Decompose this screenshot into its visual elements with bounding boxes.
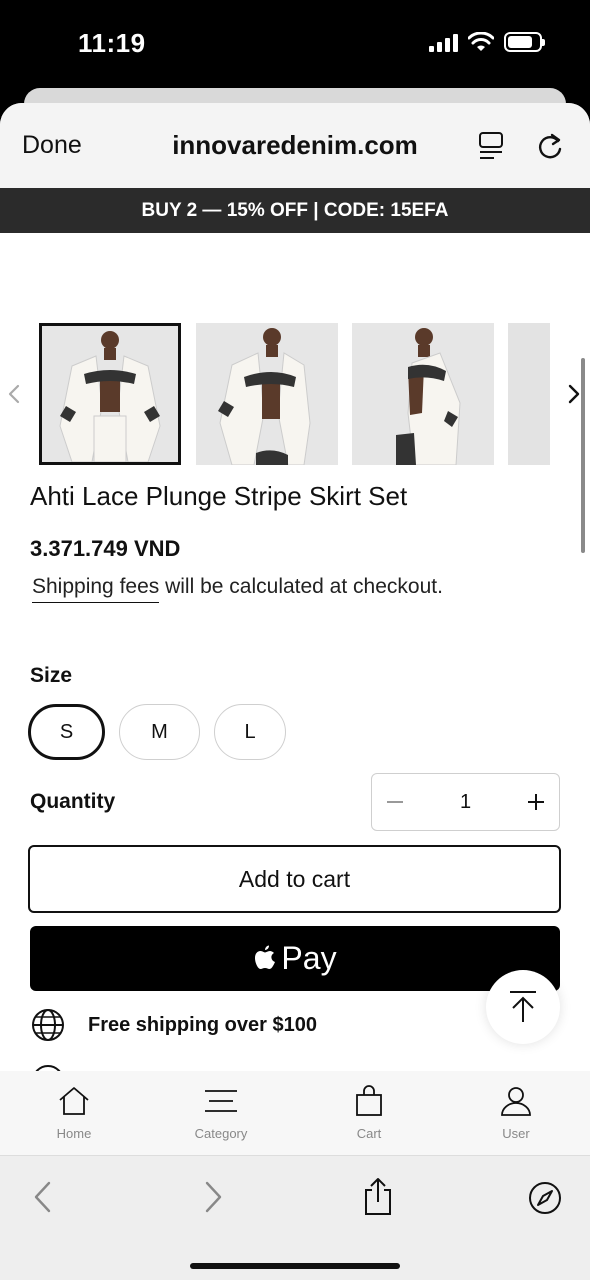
size-label: Size bbox=[30, 664, 73, 687]
cellular-signal-icon bbox=[429, 32, 458, 52]
apple-pay-label: Pay bbox=[281, 940, 337, 976]
promo-banner[interactable]: BUY 2 — 15% OFF | CODE: 15EFA bbox=[0, 188, 590, 233]
quantity-value[interactable]: 1 bbox=[460, 791, 471, 814]
arrow-up-icon bbox=[510, 991, 536, 1022]
plus-icon[interactable] bbox=[525, 791, 547, 813]
nav-category-label: Category bbox=[194, 1126, 248, 1141]
status-time: 11:19 bbox=[78, 28, 146, 58]
forward-icon[interactable] bbox=[202, 1180, 224, 1214]
nav-category[interactable]: Category bbox=[176, 1085, 266, 1141]
bag-icon bbox=[356, 1085, 382, 1116]
model-photo-4 bbox=[508, 323, 550, 465]
wifi-icon bbox=[468, 32, 494, 51]
nav-home[interactable]: Home bbox=[29, 1085, 119, 1141]
page-scrollbar[interactable] bbox=[581, 358, 585, 553]
quantity-label: Quantity bbox=[30, 790, 116, 813]
gallery-thumbnail[interactable] bbox=[508, 323, 550, 465]
gallery-next-icon[interactable] bbox=[566, 383, 582, 405]
product-gallery bbox=[0, 323, 590, 466]
bottom-nav: Home Category Cart User bbox=[0, 1071, 590, 1157]
size-option-m[interactable]: M bbox=[119, 704, 200, 760]
minus-icon[interactable] bbox=[384, 791, 406, 813]
nav-home-label: Home bbox=[56, 1126, 92, 1141]
apple-pay-button[interactable]: Pay bbox=[30, 926, 560, 991]
back-to-top-button[interactable] bbox=[486, 970, 560, 1044]
nav-user[interactable]: User bbox=[471, 1085, 561, 1141]
add-to-cart-button[interactable]: Add to cart bbox=[28, 845, 561, 913]
size-options: S M L bbox=[28, 704, 286, 760]
size-option-l[interactable]: L bbox=[214, 704, 286, 760]
gallery-thumbnail[interactable] bbox=[39, 323, 181, 465]
apple-logo-icon bbox=[255, 945, 276, 969]
home-icon bbox=[59, 1087, 89, 1115]
nav-cart-label: Cart bbox=[356, 1126, 382, 1141]
shipping-fees-link[interactable]: Shipping fees bbox=[32, 575, 160, 603]
model-photo-2 bbox=[196, 323, 338, 465]
gallery-thumbnail[interactable] bbox=[196, 323, 338, 465]
globe-icon bbox=[32, 1009, 64, 1041]
menu-icon bbox=[205, 1090, 237, 1112]
quantity-stepper: 1 bbox=[371, 773, 560, 831]
browser-sheet: Done innovaredenim.com BUY 2 — 15% OFF |… bbox=[0, 103, 590, 1280]
reader-mode-icon[interactable] bbox=[478, 131, 504, 161]
browser-header: Done innovaredenim.com bbox=[0, 103, 590, 188]
home-indicator bbox=[190, 1263, 400, 1269]
user-icon bbox=[501, 1087, 531, 1116]
shipping-note-text: will be calculated at checkout. bbox=[159, 575, 443, 598]
free-shipping-text: Free shipping over $100 bbox=[88, 1013, 317, 1036]
free-shipping-perk: Free shipping over $100 bbox=[30, 1007, 317, 1043]
product-title: Ahti Lace Plunge Stripe Skirt Set bbox=[30, 481, 408, 511]
shipping-note: Shipping fees will be calculated at chec… bbox=[32, 575, 443, 603]
browser-toolbar bbox=[0, 1155, 590, 1280]
battery-icon bbox=[504, 32, 545, 52]
model-photo-3 bbox=[352, 323, 494, 465]
nav-cart[interactable]: Cart bbox=[324, 1085, 414, 1141]
gallery-thumbnail[interactable] bbox=[352, 323, 494, 465]
status-icons bbox=[429, 32, 545, 52]
gallery-prev-icon[interactable] bbox=[6, 383, 22, 405]
back-icon[interactable] bbox=[32, 1180, 54, 1214]
product-price: 3.371.749 VND bbox=[30, 536, 181, 561]
size-option-s[interactable]: S bbox=[28, 704, 105, 760]
status-bar: 11:19 bbox=[0, 0, 590, 95]
reload-icon[interactable] bbox=[536, 131, 564, 161]
share-icon[interactable] bbox=[362, 1176, 394, 1216]
compass-icon[interactable] bbox=[527, 1180, 563, 1216]
model-photo-1 bbox=[42, 326, 178, 462]
nav-user-label: User bbox=[502, 1126, 530, 1141]
